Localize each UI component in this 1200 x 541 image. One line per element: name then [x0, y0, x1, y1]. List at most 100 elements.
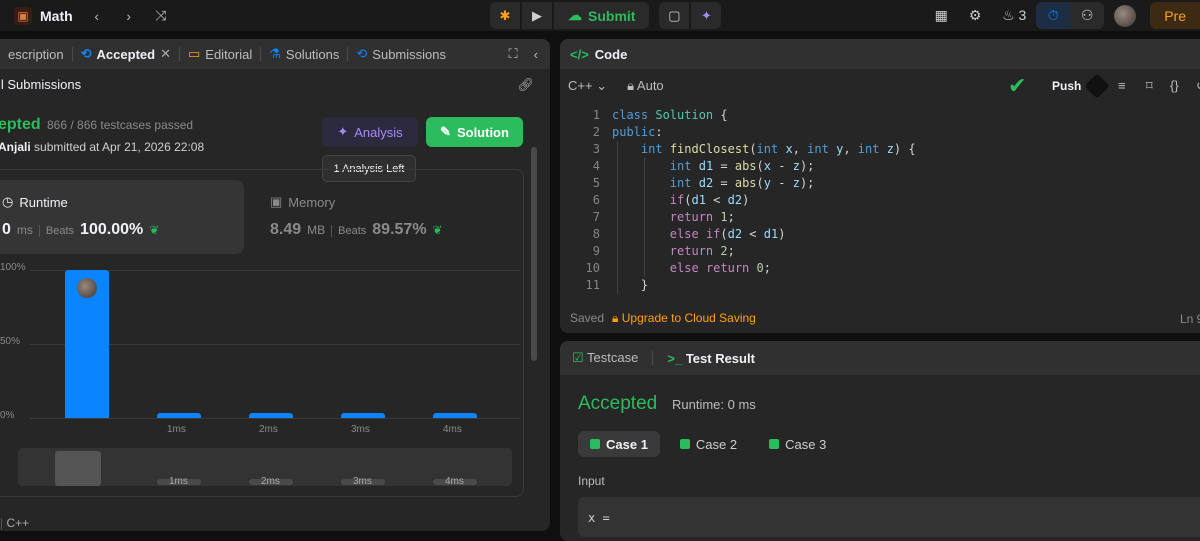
chart-bar[interactable] [433, 413, 477, 418]
maximize-icon[interactable]: ⛶ [509, 46, 518, 62]
layout-icon[interactable]: ▦ [924, 7, 958, 24]
tab-testcase[interactable]: ☑ Testcase [572, 350, 638, 366]
x-tick-label: 1ms [167, 424, 186, 435]
prev-problem-icon[interactable]: ‹ [81, 8, 113, 24]
premium-button[interactable]: Pre [1150, 2, 1200, 29]
check-icon [590, 439, 600, 449]
chart-bar[interactable] [249, 413, 293, 418]
language-select[interactable]: C++ ⌄ [568, 78, 607, 94]
settings-gear-icon[interactable]: ⚙ [958, 7, 992, 24]
braces-icon[interactable]: {} [1170, 78, 1179, 93]
left-tab-bar: escription ⟲ Accepted ✕ ▭ Editorial ⚗ Soluti… [0, 39, 550, 69]
timer-icon[interactable]: ⏱ [1036, 2, 1071, 29]
flask-icon: ⚗ [269, 46, 281, 61]
case-tab-3[interactable]: Case 3 [757, 431, 838, 457]
code-footer: Saved 🔒︎ Upgrade to Cloud Saving [570, 311, 756, 326]
input-value-box[interactable]: x = [578, 497, 1200, 537]
check-icon [679, 439, 690, 449]
terminal-icon: >_ [667, 350, 683, 366]
lock-icon: 🔒︎ [612, 311, 619, 325]
leaf-icon: ❦ [432, 223, 443, 237]
test-tab-bar: ☑ Testcase >_ Test Result [560, 341, 1200, 375]
y-tick-label: 0% [0, 410, 15, 421]
input-label: Input [578, 474, 605, 488]
case-tab-2[interactable]: Case 2 [668, 431, 749, 457]
memory-value: 8.49 MB Beats 89.57% ❦ [270, 221, 443, 238]
tab-submissions[interactable]: ⟲ Submissions [348, 39, 454, 69]
y-tick-label: 100% [0, 262, 26, 273]
clock-icon: ◷ [2, 194, 14, 209]
submitted-at: submitted at Apr 21, 2026 22:08 [34, 140, 205, 154]
edit-icon: ✎ [440, 124, 451, 139]
gridline [30, 418, 520, 419]
git-icon[interactable] [1084, 72, 1110, 99]
user-avatar[interactable] [1114, 4, 1137, 27]
x-tick-label: 4ms [443, 424, 462, 435]
solution-button[interactable]: ✎ Solution [426, 117, 523, 147]
test-result-panel: ☑ Testcase >_ Test Result Accepted Runti… [560, 341, 1200, 541]
code-editor[interactable]: 1 2 3 4 5 6 7 8 9 10 11 class Solution { public: i… [560, 107, 1200, 307]
runtime-box[interactable] [0, 180, 244, 254]
tab-test-result[interactable]: >_ Test Result [667, 351, 755, 366]
problem-list-icon[interactable]: ▣ [14, 6, 32, 25]
leaf-icon: ❦ [149, 223, 160, 237]
case-tab-1[interactable]: Case 1 [578, 431, 660, 457]
history-icon: ⟲ [356, 46, 368, 61]
line-number: 4 [592, 159, 600, 173]
submission-status: epted [0, 116, 41, 133]
chart-bar[interactable] [157, 413, 201, 418]
top-bar: ▣ Math ‹ › ⤨ ✱ ▶ ☁ Submit ▢ ✦ ▦ ⚙ ♨ 3 ⏱ ⚇… [0, 0, 1200, 31]
link-icon[interactable]: 🔗︎ [517, 77, 534, 93]
bookmark-icon[interactable]: ⌑ [1146, 78, 1153, 94]
tab-description[interactable]: escription [0, 39, 72, 69]
mode-select[interactable]: 🔒︎ Auto [627, 78, 664, 94]
checkbox-icon: ☑ [572, 350, 584, 365]
scrollbar[interactable] [531, 147, 537, 361]
tab-accepted[interactable]: ⟲ Accepted ✕ [73, 39, 179, 69]
line-number: 5 [592, 176, 600, 190]
analysis-button[interactable]: ✦ Analysis [322, 117, 418, 147]
next-problem-icon[interactable]: › [113, 8, 145, 24]
format-icon[interactable]: ≡ [1118, 78, 1126, 93]
all-submissions-link[interactable]: ll Submissions [0, 77, 81, 92]
submitter-name[interactable]: Anjali [0, 140, 31, 154]
case-tabs: Case 1 Case 2 Case 3 [578, 431, 838, 457]
line-number: 6 [592, 193, 600, 207]
range-label: 1ms [169, 476, 188, 487]
test-status: Accepted [578, 393, 658, 414]
ai-sparkle-icon[interactable]: ✦ [691, 2, 722, 29]
tab-editorial[interactable]: ▭ Editorial [180, 39, 260, 69]
line-number: 11 [585, 278, 600, 292]
close-tab-icon[interactable]: ✕ [160, 46, 171, 62]
range-handle[interactable] [55, 451, 101, 486]
code-icon: </> [570, 46, 589, 62]
runtime-value: 0 ms Beats 100.00% ❦ [2, 221, 160, 238]
push-button[interactable]: Push [1052, 79, 1081, 93]
debug-icon[interactable]: ✱ [490, 2, 520, 29]
test-runtime: Runtime: 0 ms [672, 397, 756, 412]
cloud-upload-icon: ☁ [568, 7, 582, 23]
line-number: 9 [592, 244, 600, 258]
add-friend-icon[interactable]: ⚇ [1070, 2, 1105, 29]
run-button[interactable]: ▶ [522, 2, 552, 29]
line-number: 10 [585, 261, 600, 275]
range-label: 2ms [261, 476, 280, 487]
reset-icon[interactable]: ↺ [1196, 78, 1200, 94]
submissions-header: ll Submissions 🔗︎ [0, 69, 550, 100]
submit-button[interactable]: ☁ Submit [554, 2, 650, 29]
check-icon [769, 439, 780, 449]
shuffle-icon[interactable]: ⤨ [145, 7, 177, 24]
y-tick-label: 50% [0, 336, 21, 347]
notes-icon[interactable]: ▢ [659, 2, 690, 29]
user-avatar-marker [77, 278, 97, 298]
problem-list-title[interactable]: Math [40, 8, 73, 24]
memory-title[interactable]: ▣ Memory [270, 194, 335, 210]
chip-icon: ▣ [270, 194, 283, 209]
chart-bar[interactable] [341, 413, 385, 418]
streak-counter[interactable]: ♨ 3 [992, 7, 1036, 24]
line-number: 3 [592, 142, 600, 156]
collapse-icon[interactable]: ‹ [534, 47, 538, 62]
upgrade-cloud-link[interactable]: 🔒︎ Upgrade to Cloud Saving [612, 311, 756, 326]
code-text[interactable]: class Solution { public: int findClosest… [612, 107, 916, 294]
tab-solutions[interactable]: ⚗ Solutions [261, 39, 347, 69]
